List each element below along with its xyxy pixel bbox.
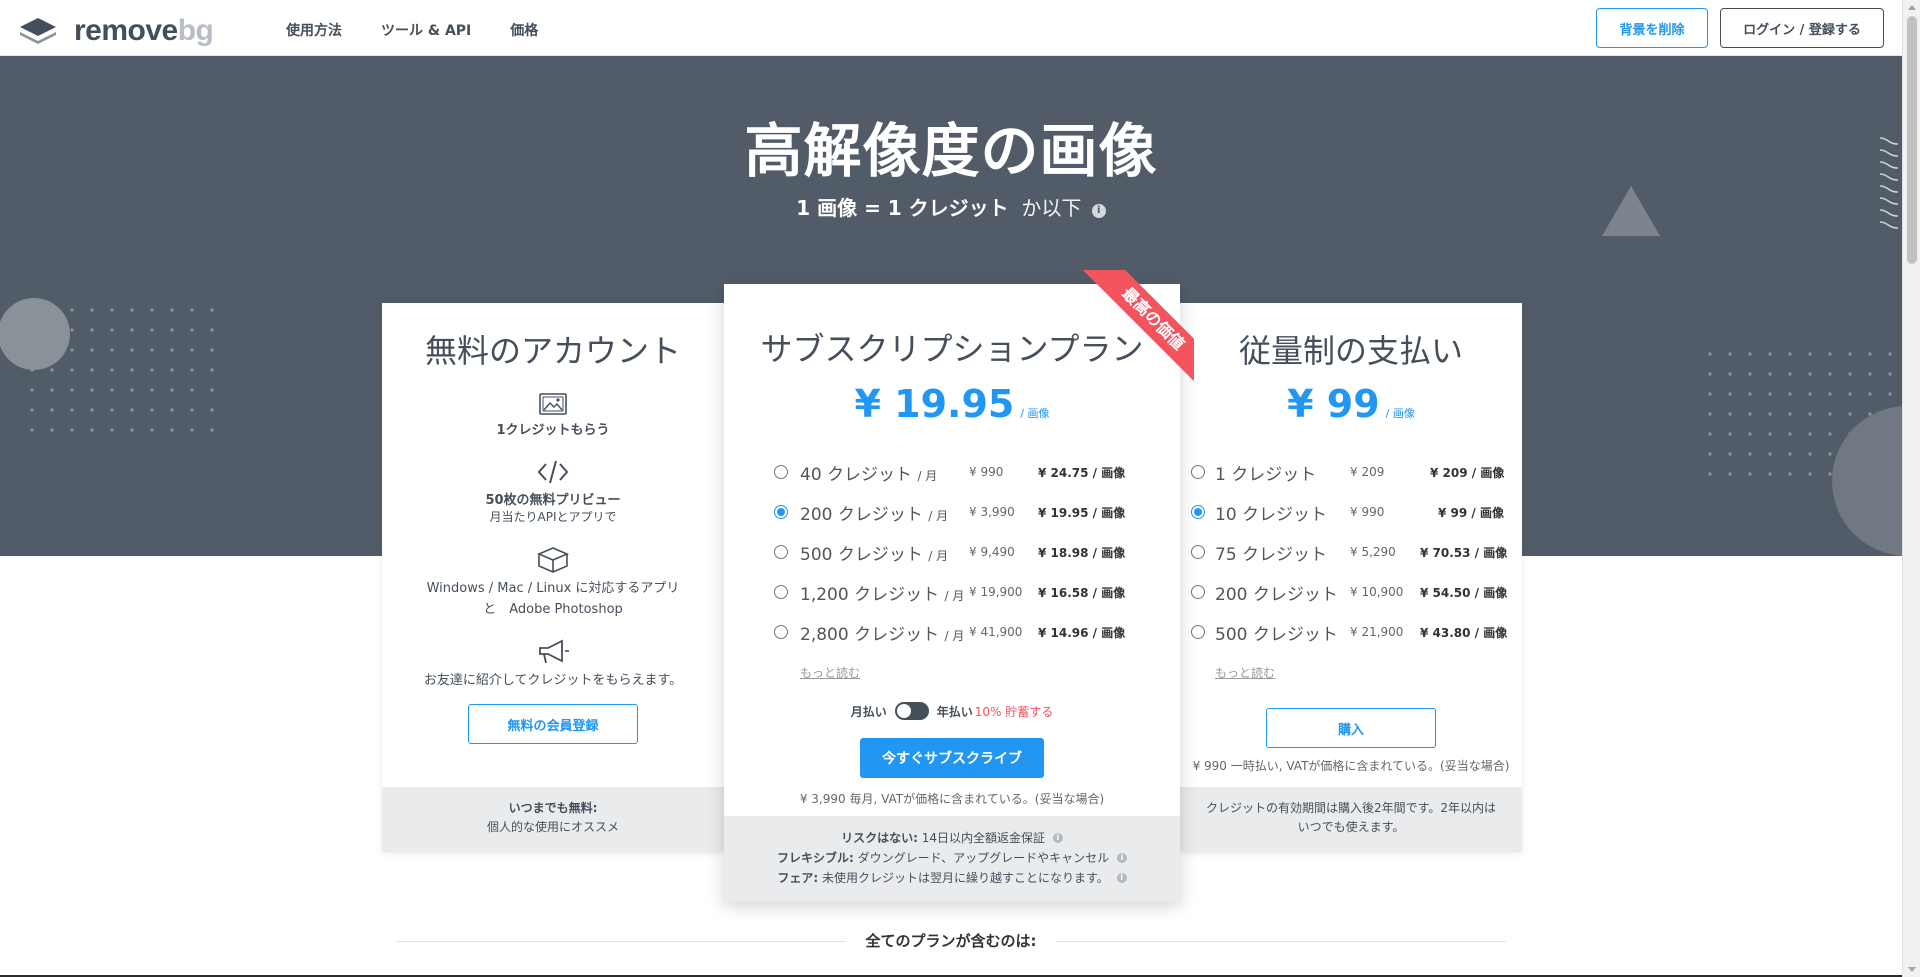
subscription-option[interactable]: 200 クレジット / 月 ¥ 3,990 ¥ 19.95 / 画像 <box>724 500 1180 525</box>
logo-layers-icon <box>20 18 56 44</box>
footer-text: いつでも使えます。 <box>1297 820 1405 834</box>
subscription-price: ¥ 19.95/ 画像 <box>854 382 1050 426</box>
radio-button[interactable] <box>774 625 788 639</box>
feature-referral: お友達に紹介してクレジットをもらえます。 <box>382 638 724 691</box>
feature-credit: 1クレジットもらう <box>382 393 724 438</box>
info-icon[interactable]: i <box>1091 204 1106 218</box>
toggle-monthly-label: 月払い <box>850 704 887 719</box>
free-account-card: 無料のアカウント 1クレジットもらう 50枚の無料プリビュー 月当たりAPIとア… <box>382 303 724 852</box>
card-title: サブスクリプションプラン <box>760 330 1144 368</box>
page-subtitle: 1 画像 = 1 クレジット か以下 i <box>0 192 1902 221</box>
info-icon[interactable]: i <box>1117 853 1127 863</box>
radio-button[interactable] <box>774 585 788 599</box>
section-heading: 全てのプランが含むのは: <box>865 932 1037 950</box>
subscription-option[interactable]: 1,200 クレジット / 月 ¥ 19,900 ¥ 16.58 / 画像 <box>724 580 1180 605</box>
buy-button[interactable]: 購入 <box>1266 708 1436 748</box>
save-label: 10% 貯蓄する <box>974 704 1054 719</box>
feature-subtext: 月当たりAPIとアプリで <box>489 510 617 524</box>
footer-line: リスクはない: 14日以内全額返金保証 i <box>724 828 1180 848</box>
free-card-footer: いつまでも無料: 個人的な使用にオススメ <box>382 787 724 852</box>
card-title: 従量制の支払い <box>1238 332 1463 370</box>
scroll-up-arrow-icon[interactable] <box>1908 5 1916 10</box>
scrollbar-thumb[interactable] <box>1907 16 1917 264</box>
footer-text: クレジットの有効期間は購入後2年間です。2年以内は <box>1205 801 1497 815</box>
feature-text: 50枚の無料プリビュー <box>485 493 621 508</box>
feature-text: Windows / Mac / Linux に対応するアプリ <box>426 581 680 596</box>
feature-apps: Windows / Mac / Linux に対応するアプリ と Adobe P… <box>382 546 724 620</box>
radio-button[interactable] <box>1191 545 1205 559</box>
toggle-yearly-label: 年払い <box>936 704 973 719</box>
nav-tools-api[interactable]: ツール & API <box>381 20 471 40</box>
radio-button[interactable] <box>774 505 788 519</box>
radio-button[interactable] <box>1191 505 1205 519</box>
remove-background-button[interactable]: 背景を削除 <box>1596 8 1708 48</box>
image-icon <box>539 393 567 415</box>
footer-line: フェア: 未使用クレジットは翌月に繰り越すことになります。 i <box>724 868 1180 888</box>
payg-card-footer: クレジットの有効期間は購入後2年間です。2年以内は いつでも使えます。 <box>1180 787 1522 852</box>
payg-option[interactable]: 500 クレジット ¥ 21,900 ¥ 43.80 / 画像 <box>1180 620 1522 645</box>
subscription-price-note: ¥ 3,990 毎月, VATが価格に含まれている。(妥当な場合) <box>799 792 1105 806</box>
footer-text: 個人的な使用にオススメ <box>486 820 619 834</box>
radio-button[interactable] <box>774 545 788 559</box>
read-more-link[interactable]: もっと読む <box>1215 664 1275 681</box>
pay-as-you-go-card: 従量制の支払い ¥ 99/ 画像 1 クレジット ¥ 209 ¥ 209 / 画… <box>1180 303 1522 852</box>
top-header: removebg 使用方法 ツール & API 価格 背景を削除 ログイン / … <box>0 0 1902 56</box>
box-icon <box>537 547 569 573</box>
all-plans-include-heading: 全てのプランが含むのは: <box>396 930 1506 950</box>
feature-subtext: と Adobe Photoshop <box>483 602 623 617</box>
payg-option[interactable]: 10 クレジット ¥ 990 ¥ 99 / 画像 <box>1180 500 1522 525</box>
feature-text: 1クレジットもらう <box>496 423 610 438</box>
radio-button[interactable] <box>774 465 788 479</box>
page-title: 高解像度の画像 <box>744 117 1158 185</box>
decorative-dots <box>22 300 222 446</box>
vertical-scrollbar[interactable] <box>1902 0 1920 977</box>
code-icon <box>537 460 569 484</box>
radio-button[interactable] <box>1191 625 1205 639</box>
removebg-logo[interactable]: removebg <box>18 14 214 48</box>
subscription-option[interactable]: 500 クレジット / 月 ¥ 9,490 ¥ 18.98 / 画像 <box>724 540 1180 565</box>
card-title: 無料のアカウント <box>424 332 681 370</box>
footer-line: フレキシブル: ダウングレード、アップグレードやキャンセル i <box>724 848 1180 868</box>
login-signup-button[interactable]: ログイン / 登録する <box>1720 8 1884 48</box>
payg-option[interactable]: 1 クレジット ¥ 209 ¥ 209 / 画像 <box>1180 460 1522 485</box>
billing-toggle-row: 月払い 年払い 10% 貯蓄する <box>724 702 1180 720</box>
payg-option[interactable]: 200 クレジット ¥ 10,900 ¥ 54.50 / 画像 <box>1180 580 1522 605</box>
info-icon[interactable]: i <box>1052 833 1063 843</box>
free-signup-button[interactable]: 無料の会員登録 <box>468 704 638 744</box>
info-icon[interactable]: i <box>1116 873 1127 883</box>
payg-option[interactable]: 75 クレジット ¥ 5,290 ¥ 70.53 / 画像 <box>1180 540 1522 565</box>
footer-heading: いつまでも無料: <box>508 801 598 815</box>
nav-pricing[interactable]: 価格 <box>510 20 538 40</box>
payg-price: ¥ 99/ 画像 <box>1287 382 1415 426</box>
subscription-option[interactable]: 40 クレジット / 月 ¥ 990 ¥ 24.75 / 画像 <box>724 460 1180 485</box>
subscription-card-footer: リスクはない: 14日以内全額返金保証 i フレキシブル: ダウングレード、アッ… <box>724 816 1180 902</box>
radio-button[interactable] <box>1191 465 1205 479</box>
megaphone-icon <box>539 639 569 664</box>
subscribe-now-button[interactable]: 今すぐサブスクライブ <box>860 738 1044 778</box>
billing-period-toggle[interactable] <box>894 702 929 720</box>
nav-how-to-use[interactable]: 使用方法 <box>286 20 342 40</box>
logo-text: removebg <box>74 14 214 47</box>
feature-previews: 50枚の無料プリビュー 月当たりAPIとアプリで <box>382 459 724 525</box>
feature-text: お友達に紹介してクレジットをもらえます。 <box>423 673 683 688</box>
read-more-link[interactable]: もっと読む <box>800 664 860 681</box>
subscription-option[interactable]: 2,800 クレジット / 月 ¥ 41,900 ¥ 14.96 / 画像 <box>724 620 1180 645</box>
radio-button[interactable] <box>1191 585 1205 599</box>
main-nav: 使用方法 ツール & API 価格 <box>286 20 538 40</box>
scroll-down-arrow-icon[interactable] <box>1908 967 1916 972</box>
subscription-plan-card: 最高の価値 サブスクリプションプラン ¥ 19.95/ 画像 40 クレジット … <box>724 270 1194 902</box>
payg-price-note: ¥ 990 一時払い, VATが価格に含まれている。(妥当な場合) <box>1192 759 1510 773</box>
